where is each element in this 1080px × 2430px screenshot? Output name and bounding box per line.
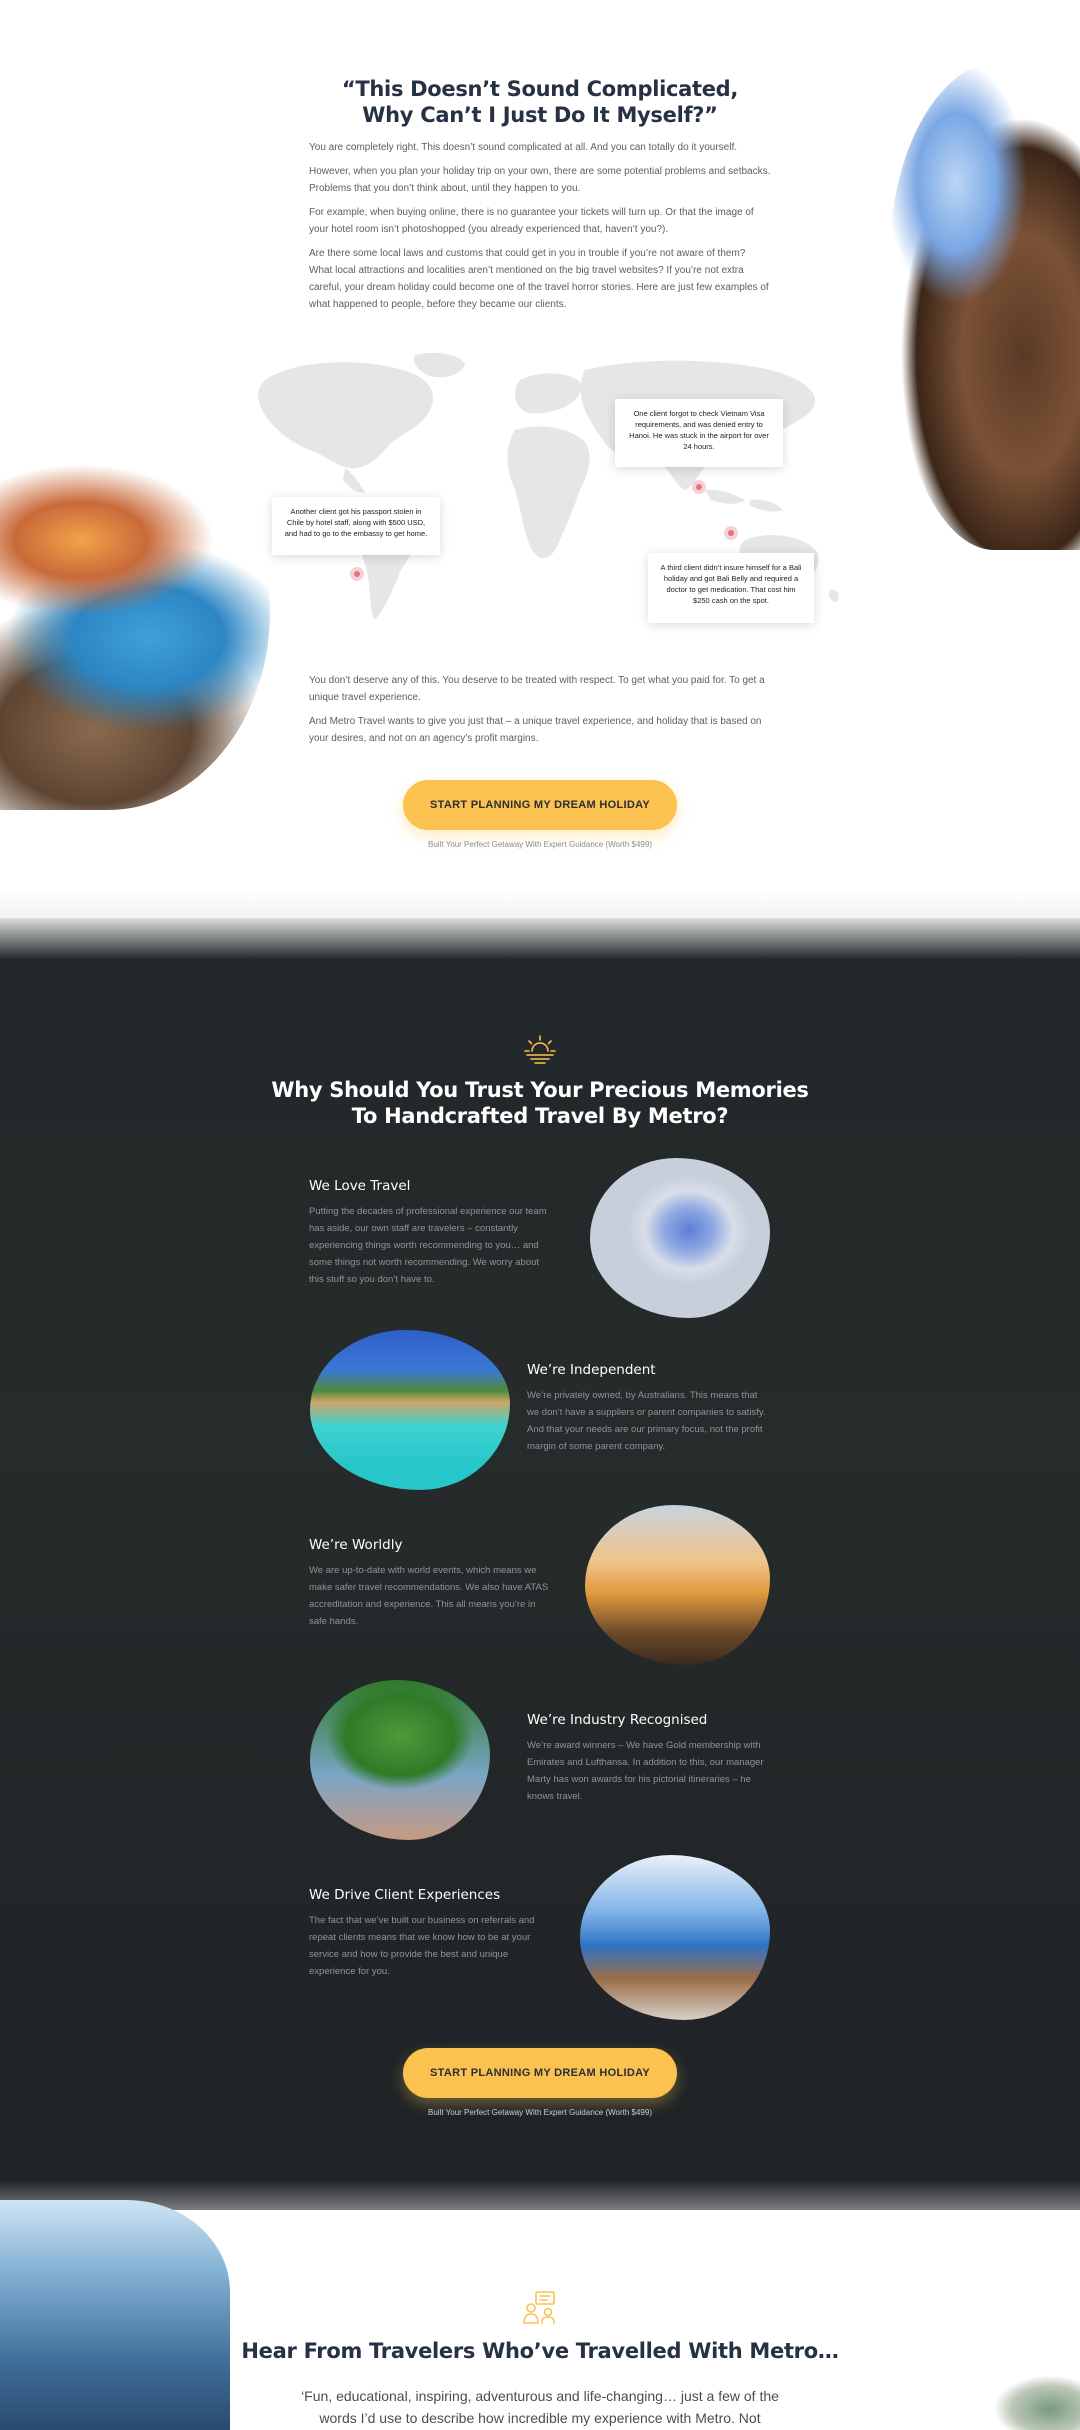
map-pin-chile [350, 567, 364, 581]
callout-chile: Another client got his passport stolen i… [272, 497, 440, 555]
feature-title: We’re Worldly [309, 1537, 403, 1553]
start-planning-button[interactable]: START PLANNING MY DREAM HOLIDAY [403, 780, 677, 830]
sunset-icon [524, 1035, 556, 1064]
testimonials-heading: Hear From Travelers Who’ve Travelled Wit… [241, 2339, 839, 2363]
problem-intro: You are completely right. This doesn’t s… [309, 139, 771, 320]
callout-vietnam: One client forgot to check Vietnam Visa … [615, 399, 783, 467]
waterfall-image [0, 2200, 230, 2430]
paragraph: You don’t deserve any of this. You deser… [309, 675, 765, 703]
trust-heading: Why Should You Trust Your Precious Memor… [271, 1078, 809, 1128]
cta-subtext: Built Your Perfect Getaway With Expert G… [428, 2108, 652, 2117]
feature-text: We are up-to-date with world events, whi… [309, 1565, 549, 1627]
problem-heading: “This Doesn’t Sound Complicated, Why Can… [341, 77, 739, 127]
paragraph: However, when you plan your holiday trip… [309, 166, 771, 194]
feature-title: We’re Industry Recognised [527, 1712, 708, 1728]
feature-text: We’re award winners – We have Gold membe… [527, 1740, 764, 1802]
problem-closing: You don’t deserve any of this. You deser… [309, 672, 771, 754]
paragraph: For example, when buying online, there i… [309, 207, 754, 235]
start-planning-button[interactable]: START PLANNING MY DREAM HOLIDAY [403, 2048, 677, 2098]
paragraph: You are completely right. This doesn’t s… [309, 142, 738, 153]
feature-title: We Drive Client Experiences [309, 1887, 501, 1903]
brush-divider-top [0, 890, 1080, 960]
paragraph: Are there some local laws and customs th… [309, 248, 769, 310]
testimonial-quote: ‘Fun, educational, inspiring, adventurou… [301, 2388, 779, 2426]
mountain-image [980, 2360, 1080, 2430]
feature-text: Putting the decades of professional expe… [309, 1206, 547, 1285]
travelers-icon [523, 2291, 555, 2324]
paragraph: And Metro Travel wants to give you just … [309, 716, 762, 744]
callout-bali: A third client didn’t insure himself for… [648, 553, 814, 623]
feature-title: We’re Independent [527, 1362, 656, 1378]
feature-text: We’re privately owned, by Australians. T… [527, 1390, 766, 1452]
feature-text: The fact that we’ve built our business o… [309, 1915, 535, 1977]
map-pin-vietnam [692, 480, 706, 494]
feature-title: We Love Travel [309, 1178, 411, 1194]
map-pin-bali [724, 526, 738, 540]
cta-subtext: Built Your Perfect Getaway With Expert G… [428, 840, 652, 849]
